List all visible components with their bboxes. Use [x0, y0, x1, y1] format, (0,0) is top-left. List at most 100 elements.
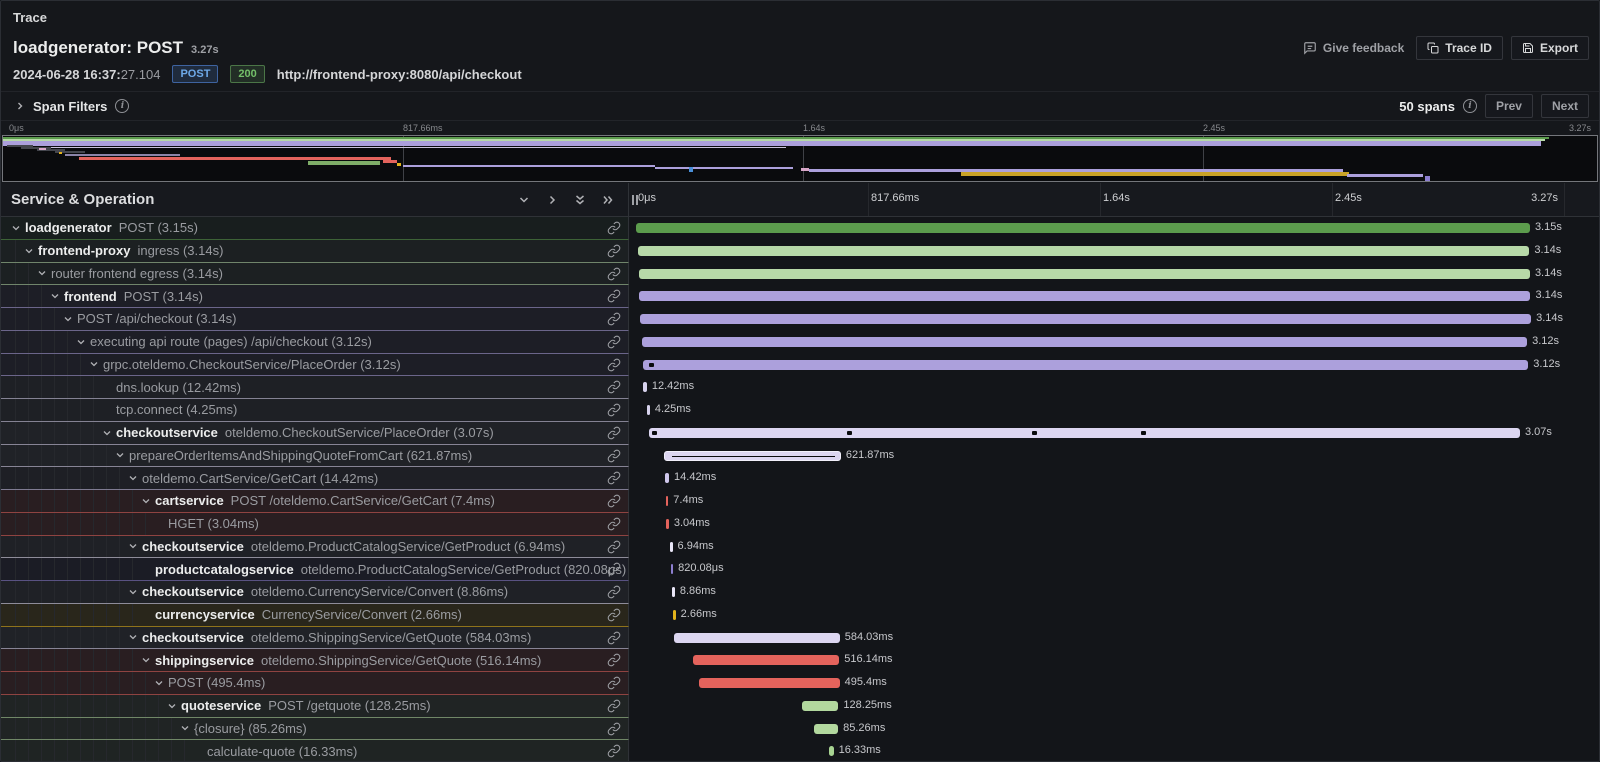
chevron-down-icon[interactable] [37, 268, 51, 278]
span-row[interactable]: POST (495.4ms)495.4ms [1, 672, 1599, 695]
span-row[interactable]: POST /api/checkout (3.14s)3.14s [1, 308, 1599, 331]
span-row[interactable]: oteldemo.CartService/GetCart (14.42ms)14… [1, 467, 1599, 490]
span-row[interactable]: {closure} (85.26ms)85.26ms [1, 718, 1599, 741]
chevron-down-icon[interactable] [50, 291, 64, 301]
span-name-cell[interactable]: executing api route (pages) /api/checkou… [1, 331, 629, 354]
span-bar[interactable] [666, 496, 669, 506]
span-bar[interactable] [639, 269, 1530, 279]
span-row[interactable]: cartservicePOST /oteldemo.CartService/Ge… [1, 490, 1599, 513]
span-bar[interactable] [643, 360, 1528, 370]
span-bar[interactable] [670, 542, 673, 552]
span-row[interactable]: checkoutserviceoteldemo.ShippingService/… [1, 627, 1599, 650]
span-bar[interactable] [693, 655, 839, 665]
export-button[interactable]: Export [1511, 36, 1589, 60]
span-bar[interactable] [665, 473, 669, 483]
span-row[interactable]: shippingserviceoteldemo.ShippingService/… [1, 649, 1599, 672]
span-name-cell[interactable]: POST /api/checkout (3.14s) [1, 308, 629, 331]
span-bar[interactable] [647, 405, 650, 415]
span-row[interactable]: checkoutserviceoteldemo.ProductCatalogSe… [1, 536, 1599, 559]
span-link-icon[interactable] [607, 744, 621, 761]
span-row[interactable]: quoteservicePOST /getquote (128.25ms)128… [1, 695, 1599, 718]
expand-all-icon[interactable] [602, 194, 614, 206]
span-row[interactable]: tcp.connect (4.25ms)4.25ms [1, 399, 1599, 422]
span-name-cell[interactable]: tcp.connect (4.25ms) [1, 399, 629, 422]
chevron-down-icon[interactable] [128, 473, 142, 483]
span-bar[interactable] [672, 587, 675, 597]
span-row[interactable]: calculate-quote (16.33ms)16.33ms [1, 740, 1599, 761]
chevron-down-icon[interactable] [24, 246, 38, 256]
chevron-down-icon[interactable] [154, 678, 168, 688]
span-bar[interactable] [636, 223, 1530, 233]
span-row[interactable]: frontendPOST (3.14s)3.14s [1, 285, 1599, 308]
span-name-cell[interactable]: POST (495.4ms) [1, 672, 629, 695]
span-bar[interactable] [673, 610, 676, 620]
span-name-cell[interactable]: loadgeneratorPOST (3.15s) [1, 217, 629, 240]
span-row[interactable]: currencyserviceCurrencyService/Convert (… [1, 604, 1599, 627]
chevron-down-icon[interactable] [102, 428, 116, 438]
give-feedback-link[interactable]: Give feedback [1303, 41, 1404, 55]
span-bar[interactable] [664, 451, 840, 461]
span-name-cell[interactable]: productcatalogserviceoteldemo.ProductCat… [1, 558, 629, 581]
span-row[interactable]: dns.lookup (12.42ms)12.42ms [1, 376, 1599, 399]
span-bar[interactable] [671, 564, 674, 574]
span-link-icon[interactable] [607, 699, 621, 718]
span-row[interactable]: grpc.oteldemo.CheckoutService/PlaceOrder… [1, 354, 1599, 377]
span-name-cell[interactable]: cartservicePOST /oteldemo.CartService/Ge… [1, 490, 629, 513]
collapse-one-icon[interactable] [518, 194, 530, 206]
chevron-down-icon[interactable] [141, 496, 155, 506]
span-bar[interactable] [802, 701, 838, 711]
chevron-down-icon[interactable] [63, 314, 77, 324]
span-link-icon[interactable] [607, 312, 621, 331]
chevron-down-icon[interactable] [76, 337, 90, 347]
span-row[interactable]: HGET (3.04ms)3.04ms [1, 513, 1599, 536]
span-name-cell[interactable]: shippingserviceoteldemo.ShippingService/… [1, 649, 629, 672]
trace-minimap[interactable]: 0μs817.66ms1.64s2.45s3.27s [1, 122, 1599, 183]
span-name-cell[interactable]: oteldemo.CartService/GetCart (14.42ms) [1, 467, 629, 490]
span-count-info-icon[interactable]: i [1463, 99, 1477, 113]
span-name-cell[interactable]: calculate-quote (16.33ms) [1, 740, 629, 761]
span-bar[interactable] [639, 291, 1530, 301]
span-name-cell[interactable]: grpc.oteldemo.CheckoutService/PlaceOrder… [1, 354, 629, 377]
span-row[interactable]: checkoutserviceoteldemo.CurrencyService/… [1, 581, 1599, 604]
minimap-canvas[interactable] [2, 135, 1598, 182]
span-link-icon[interactable] [607, 267, 621, 286]
span-link-icon[interactable] [607, 631, 621, 650]
span-link-icon[interactable] [607, 653, 621, 672]
span-link-icon[interactable] [607, 722, 621, 741]
span-link-icon[interactable] [607, 585, 621, 604]
span-name-cell[interactable]: {closure} (85.26ms) [1, 718, 629, 741]
span-name-cell[interactable]: dns.lookup (12.42ms) [1, 376, 629, 399]
span-bar[interactable] [666, 519, 669, 529]
span-link-icon[interactable] [607, 426, 621, 445]
span-name-cell[interactable]: router frontend egress (3.14s) [1, 263, 629, 286]
span-link-icon[interactable] [607, 517, 621, 536]
span-row[interactable]: checkoutserviceoteldemo.CheckoutService/… [1, 422, 1599, 445]
span-name-cell[interactable]: checkoutserviceoteldemo.CurrencyService/… [1, 581, 629, 604]
chevron-down-icon[interactable] [141, 655, 155, 665]
span-bar[interactable] [643, 382, 647, 392]
span-link-icon[interactable] [607, 244, 621, 263]
span-link-icon[interactable] [607, 358, 621, 377]
span-bar[interactable] [829, 746, 834, 756]
chevron-down-icon[interactable] [128, 541, 142, 551]
span-link-icon[interactable] [607, 380, 621, 399]
span-link-icon[interactable] [607, 335, 621, 354]
span-link-icon[interactable] [607, 403, 621, 422]
span-filters-toggle[interactable]: Span Filters i [15, 99, 129, 114]
chevron-down-icon[interactable] [128, 587, 142, 597]
span-row[interactable]: productcatalogserviceoteldemo.ProductCat… [1, 558, 1599, 581]
collapse-all-icon[interactable] [574, 194, 586, 206]
span-name-cell[interactable]: currencyserviceCurrencyService/Convert (… [1, 604, 629, 627]
span-row[interactable]: loadgeneratorPOST (3.15s)3.15s [1, 217, 1599, 240]
span-row[interactable]: prepareOrderItemsAndShippingQuoteFromCar… [1, 445, 1599, 468]
span-link-icon[interactable] [607, 289, 621, 308]
span-bar[interactable] [674, 633, 840, 643]
span-bar[interactable] [699, 678, 840, 688]
span-bar[interactable] [638, 246, 1529, 256]
span-name-cell[interactable]: checkoutserviceoteldemo.CheckoutService/… [1, 422, 629, 445]
span-bar[interactable] [640, 314, 1531, 324]
span-name-cell[interactable]: HGET (3.04ms) [1, 513, 629, 536]
span-link-icon[interactable] [607, 221, 621, 240]
prev-button[interactable]: Prev [1485, 94, 1533, 118]
span-link-icon[interactable] [607, 608, 621, 627]
